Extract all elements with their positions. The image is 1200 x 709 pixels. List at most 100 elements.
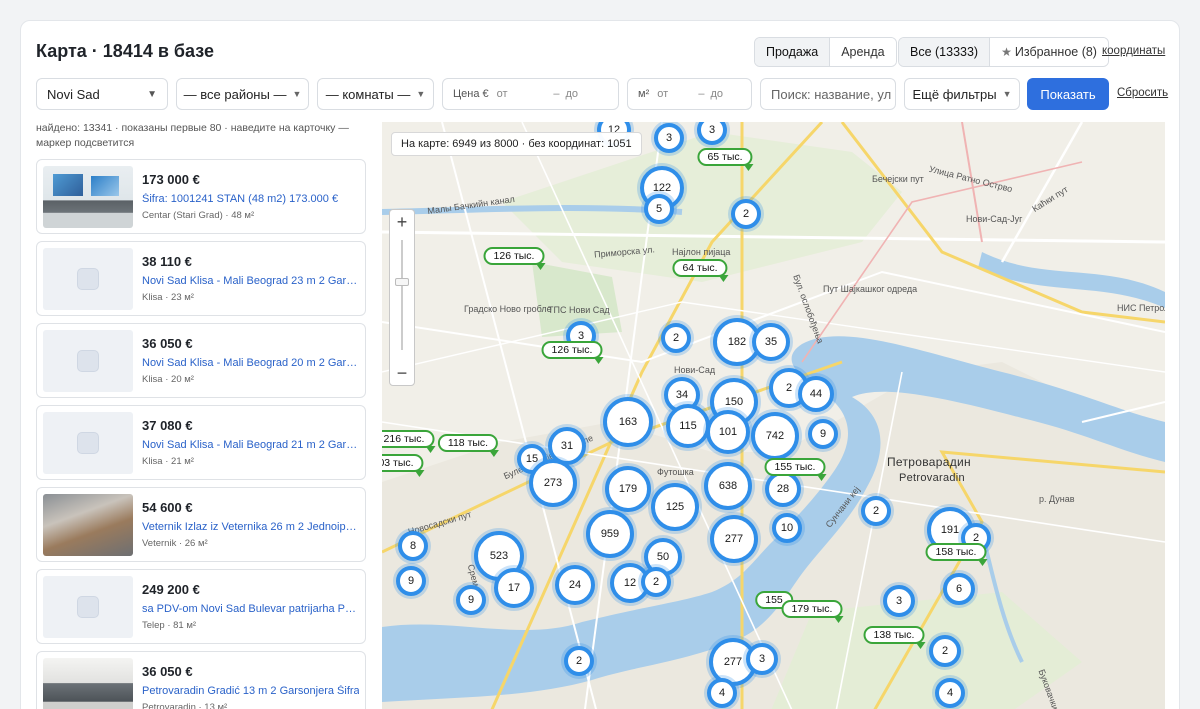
listing-title-link[interactable]: Novi Sad Klisa - Mali Beograd 23 m 2 Gar… (142, 275, 359, 287)
listing-card[interactable]: 249 200 € sa PDV-om Novi Sad Bulevar patr… (36, 569, 366, 644)
price-pin[interactable]: 126 тыс. (541, 341, 604, 364)
city-select[interactable]: Novi Sad ▼ (36, 78, 168, 110)
coordinates-link[interactable]: координаты (1102, 45, 1165, 57)
map-label: НИС Петрол (1117, 303, 1165, 313)
price-pin[interactable]: 155 тыс. (764, 458, 827, 481)
listing-title-link[interactable]: Novi Sad Klisa - Mali Beograd 20 m 2 Gar… (142, 357, 359, 369)
map-cluster[interactable]: 638 (704, 462, 752, 510)
listing-title-link[interactable]: sa PDV-om Novi Sad Bulevar patrijarha Pa… (142, 603, 359, 615)
map-cluster[interactable]: 4 (707, 678, 737, 708)
listing-title-link[interactable]: Veternik Izlaz iz Veternika 26 m 2 Jedno… (142, 521, 359, 533)
map-cluster[interactable]: 3 (654, 123, 684, 153)
map-cluster[interactable]: 28 (765, 471, 801, 507)
listing-card[interactable]: 38 110 € Novi Sad Klisa - Mali Beograd 23… (36, 241, 366, 316)
map-cluster[interactable]: 2 (929, 635, 961, 667)
map-cluster[interactable]: 10 (772, 513, 802, 543)
price-pin[interactable]: 158 тыс. (925, 543, 988, 566)
map-cluster[interactable]: 6 (943, 573, 975, 605)
zoom-out-button[interactable]: − (390, 361, 414, 385)
reset-link[interactable]: Сбросить (1117, 87, 1168, 99)
listing-photo (43, 165, 133, 228)
listing-location: Klisa · 20 м² (142, 374, 194, 385)
price-to-input[interactable]: до (565, 88, 578, 100)
listing-location: Centar (Stari Grad) · 48 м² (142, 210, 255, 221)
map-cluster[interactable]: 2 (861, 496, 891, 526)
more-filters-button[interactable]: Ещё фильтры ▼ (904, 78, 1020, 110)
listing-title-link[interactable]: Novi Sad Klisa - Mali Beograd 21 m 2 Gar… (142, 439, 359, 451)
tab-favorites[interactable]: ★ Избранное (8) (990, 38, 1108, 66)
scope-toggle: Все (13333) ★ Избранное (8) (898, 37, 1109, 67)
map-cluster[interactable]: 125 (651, 483, 699, 531)
show-button[interactable]: Показать (1027, 78, 1109, 110)
map-cluster[interactable]: 4 (935, 678, 965, 708)
price-pin[interactable]: 216 тыс. (382, 430, 436, 453)
map-cluster[interactable]: 35 (752, 323, 790, 361)
price-pin[interactable]: 65 тыс. (697, 148, 754, 171)
map-cluster[interactable]: 101 (706, 410, 750, 454)
listing-card[interactable]: 36 050 € Petrovaradin Gradić 13 m 2 Garso… (36, 651, 366, 709)
listing-title-link[interactable]: Petrovaradin Gradić 13 m 2 Garsonjera Ši… (142, 685, 359, 697)
map-cluster[interactable]: 179 (605, 466, 651, 512)
map-cluster[interactable]: 959 (586, 510, 634, 558)
zoom-control: + − (389, 209, 415, 386)
price-from-input[interactable]: от (497, 88, 508, 100)
placeholder-image (43, 247, 133, 310)
map-cluster[interactable]: 5 (644, 194, 674, 224)
map-cluster[interactable]: 2 (731, 199, 761, 229)
tab-all[interactable]: Все (13333) (899, 38, 991, 66)
listing-card[interactable]: 36 050 € Novi Sad Klisa - Mali Beograd 20… (36, 323, 366, 398)
map-cluster[interactable]: 17 (494, 568, 534, 608)
districts-select[interactable]: — все районы — ▼ (176, 78, 309, 110)
map-cluster[interactable]: 3 (746, 643, 778, 675)
price-pin[interactable]: 03 тыс. (382, 454, 425, 477)
map-cluster[interactable]: 3 (883, 585, 915, 617)
price-pin[interactable]: 126 тыс. (483, 247, 546, 270)
map-cluster[interactable]: 2 (564, 646, 594, 676)
zoom-slider-handle[interactable] (395, 278, 409, 286)
price-pin[interactable]: 138 тыс. (863, 626, 926, 649)
chevron-down-icon: ▼ (147, 88, 157, 100)
map-cluster[interactable]: 2 (641, 567, 671, 597)
listing-price: 249 200 € (142, 582, 200, 597)
listing-card[interactable]: 173 000 € Šifra: 1001241 STAN (48 m2) 173… (36, 159, 366, 234)
price-pin[interactable]: 64 тыс. (672, 259, 729, 282)
map-cluster[interactable]: 24 (555, 565, 595, 605)
placeholder-image (43, 575, 133, 638)
search-input[interactable]: Поиск: название, ул (760, 78, 896, 110)
price-pin[interactable]: 179 тыс. (781, 600, 844, 623)
map-cluster[interactable]: 9 (808, 419, 838, 449)
map-cluster[interactable]: 2 (661, 323, 691, 353)
listing-location: Petrovaradin · 13 м² (142, 702, 228, 709)
map-cluster[interactable]: 44 (798, 376, 834, 412)
price-range: Цена € от – до (442, 78, 619, 110)
map-cluster[interactable]: 9 (396, 566, 426, 596)
map[interactable]: Малы Бачкийн канал Приморска ул. Најлон пи… (382, 122, 1165, 709)
image-placeholder-icon (77, 349, 99, 372)
listing-card[interactable]: 37 080 € Novi Sad Klisa - Mali Beograd 21… (36, 405, 366, 480)
rooms-select-value: — комнаты — (325, 86, 411, 102)
map-label: Најлон пијаца (672, 247, 731, 257)
listing-photo (43, 493, 133, 556)
map-cluster[interactable]: 115 (666, 404, 710, 448)
chevron-down-icon: ▼ (1002, 89, 1012, 99)
map-cluster[interactable]: 163 (603, 397, 653, 447)
listing-card[interactable]: 54 600 € Veternik Izlaz iz Veternika 26 m… (36, 487, 366, 562)
listing-title-link[interactable]: Šifra: 1001241 STAN (48 m2) 173.000 € (142, 193, 359, 205)
tab-sale[interactable]: Продажа (755, 38, 831, 66)
area-to-input[interactable]: до (710, 88, 723, 100)
map-cluster[interactable]: 8 (398, 531, 428, 561)
chevron-down-icon: ▼ (416, 89, 426, 99)
map-cluster[interactable]: 273 (529, 459, 577, 507)
map-cluster[interactable]: 9 (456, 585, 486, 615)
zoom-in-button[interactable]: + (390, 210, 414, 234)
area-from-input[interactable]: от (657, 88, 668, 100)
rooms-select[interactable]: — комнаты — ▼ (317, 78, 434, 110)
map-cluster[interactable]: 742 (751, 412, 799, 460)
map-label: Нови-Сад-Југ (966, 214, 1023, 224)
map-cluster[interactable]: 277 (710, 515, 758, 563)
tab-rent[interactable]: Аренда (830, 38, 896, 66)
image-placeholder-icon (77, 595, 99, 618)
listing-list: 173 000 € Šifra: 1001241 STAN (48 m2) 173… (36, 159, 366, 709)
price-pin[interactable]: 118 тыс. (437, 434, 500, 457)
image-placeholder-icon (77, 431, 99, 454)
